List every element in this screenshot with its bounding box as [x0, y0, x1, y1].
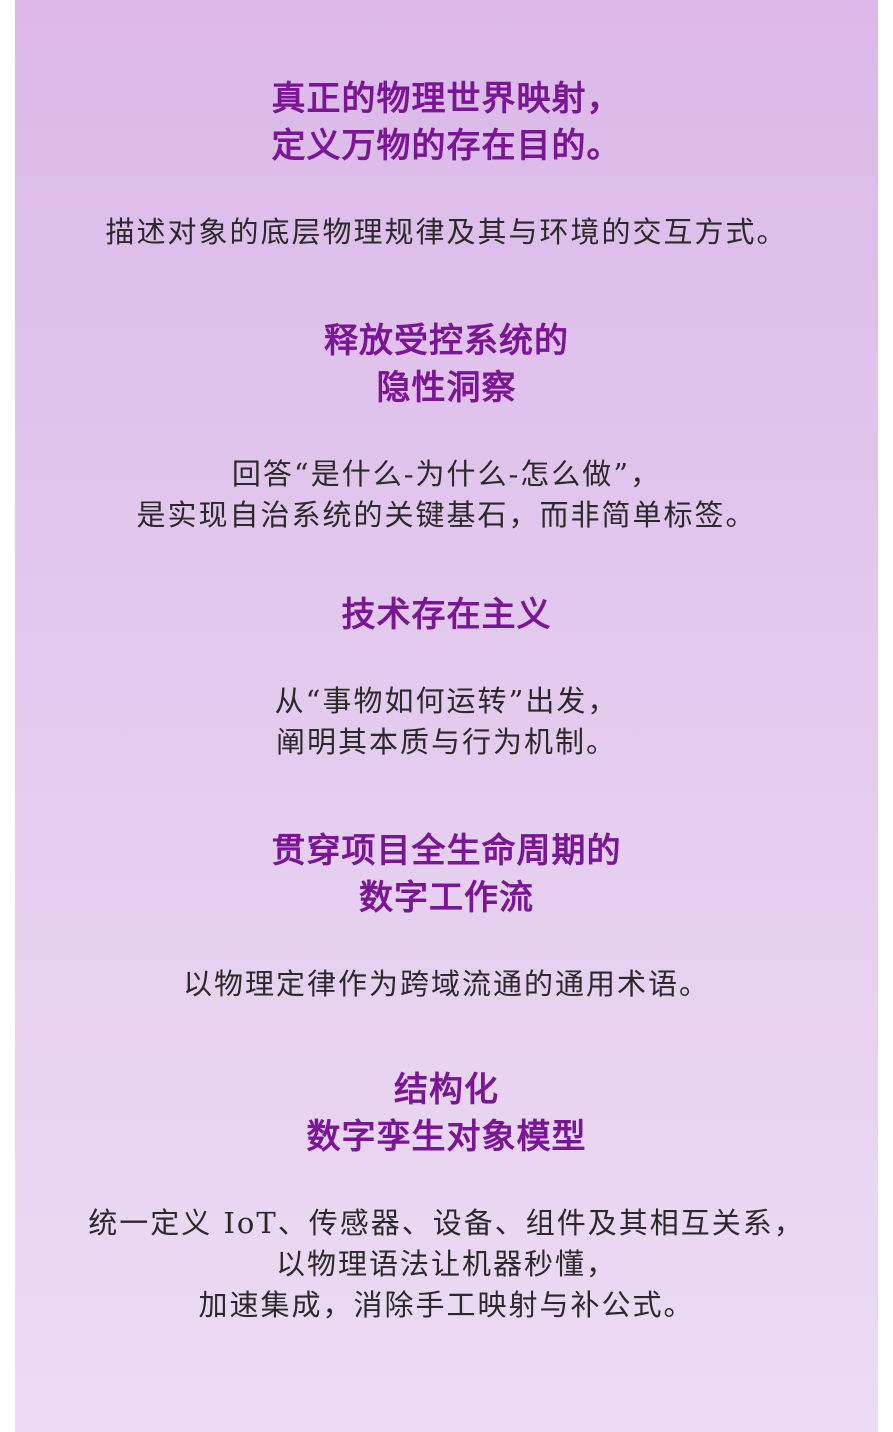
section-tech-existentialism: 技术存在主义 从“事物如何运转”出发， 阐明其本质与行为机制。 — [15, 592, 878, 763]
section-description: 描述对象的底层物理规律及其与环境的交互方式。 — [15, 212, 878, 253]
body-line: 阐明其本质与行为机制。 — [275, 725, 617, 759]
body-line: 以物理语法让机器秒懂， — [275, 1247, 617, 1281]
heading-line: 释放受控系统的 — [324, 321, 569, 361]
section-heading: 贯穿项目全生命周期的 数字工作流 — [15, 828, 878, 922]
heading-line: 结构化 — [394, 1070, 499, 1110]
section-digital-twin-model: 结构化 数字孪生对象模型 统一定义 IoT、传感器、设备、组件及其相互关系， 以… — [15, 1067, 878, 1326]
section-description: 从“事物如何运转”出发， 阐明其本质与行为机制。 — [15, 681, 878, 763]
body-line: 以物理定律作为跨域流通的通用术语。 — [182, 967, 710, 1001]
body-line: 统一定义 IoT、传感器、设备、组件及其相互关系， — [88, 1206, 805, 1240]
heading-line: 真正的物理世界映射， — [271, 79, 622, 119]
body-line: 回答“是什么-为什么-怎么做”， — [231, 457, 662, 491]
heading-line: 定义万物的存在目的。 — [271, 126, 622, 166]
section-heading: 结构化 数字孪生对象模型 — [15, 1067, 878, 1161]
section-heading: 释放受控系统的 隐性洞察 — [15, 318, 878, 412]
section-hidden-insight: 释放受控系统的 隐性洞察 回答“是什么-为什么-怎么做”， 是实现自治系统的关键… — [15, 318, 878, 536]
heading-line: 数字孪生对象模型 — [306, 1117, 587, 1157]
section-heading: 技术存在主义 — [15, 592, 878, 639]
section-physical-mapping: 真正的物理世界映射， 定义万物的存在目的。 描述对象的底层物理规律及其与环境的交… — [15, 76, 878, 253]
heading-line: 数字工作流 — [359, 878, 534, 918]
body-line: 是实现自治系统的关键基石，而非简单标签。 — [136, 498, 757, 532]
body-line: 描述对象的底层物理规律及其与环境的交互方式。 — [105, 215, 788, 249]
heading-line: 技术存在主义 — [341, 595, 552, 635]
heading-line: 隐性洞察 — [376, 368, 517, 408]
body-line: 从“事物如何运转”出发， — [274, 684, 619, 718]
section-heading: 真正的物理世界映射， 定义万物的存在目的。 — [15, 76, 878, 170]
heading-line: 贯穿项目全生命周期的 — [271, 831, 622, 871]
section-description: 回答“是什么-为什么-怎么做”， 是实现自治系统的关键基石，而非简单标签。 — [15, 454, 878, 536]
section-description: 以物理定律作为跨域流通的通用术语。 — [15, 964, 878, 1005]
body-line: 加速集成，消除手工映射与补公式。 — [198, 1288, 695, 1322]
section-description: 统一定义 IoT、传感器、设备、组件及其相互关系， 以物理语法让机器秒懂， 加速… — [15, 1203, 878, 1326]
content-panel: 真正的物理世界映射， 定义万物的存在目的。 描述对象的底层物理规律及其与环境的交… — [15, 0, 878, 1432]
section-digital-workflow: 贯穿项目全生命周期的 数字工作流 以物理定律作为跨域流通的通用术语。 — [15, 828, 878, 1005]
